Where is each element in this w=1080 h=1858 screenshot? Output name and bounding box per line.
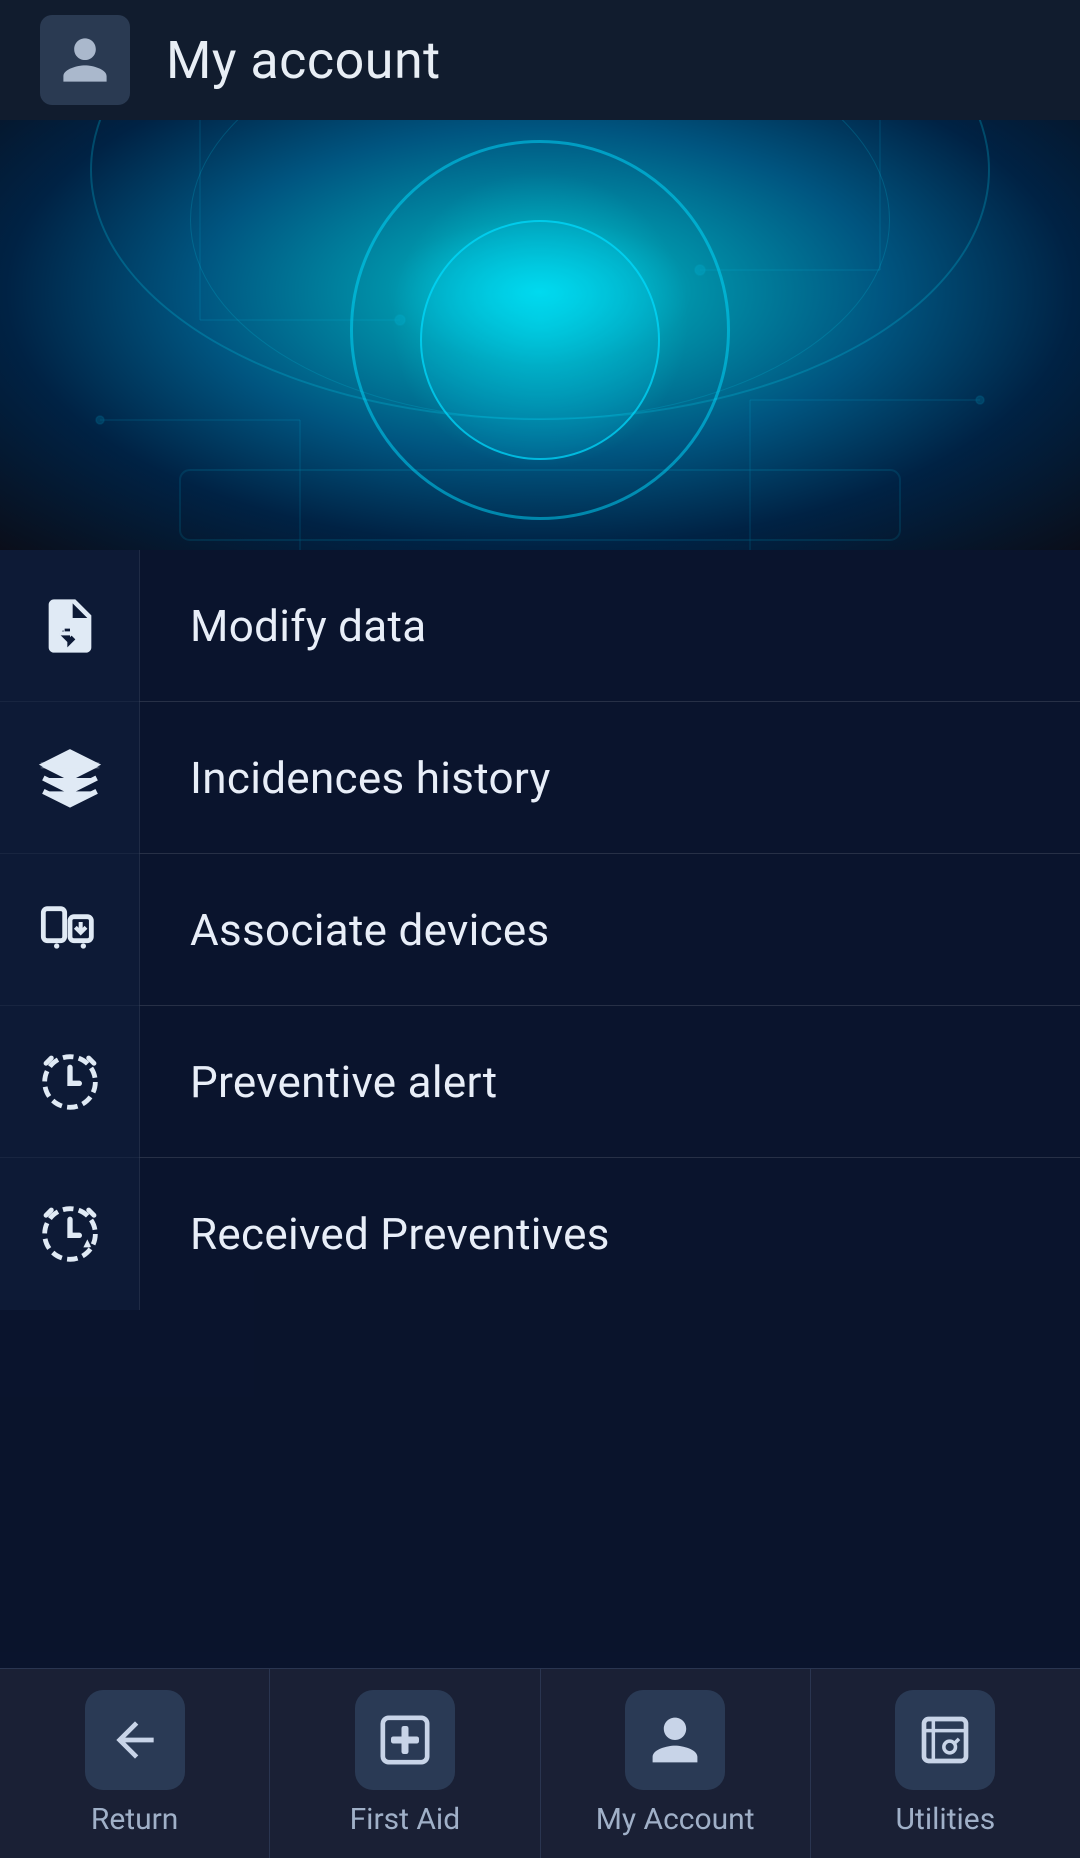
first-aid-icon-wrap <box>355 1690 455 1790</box>
nav-item-return[interactable]: Return <box>0 1669 270 1858</box>
nav-my-account-label: My Account <box>596 1802 755 1837</box>
devices-icon <box>38 898 102 962</box>
account-nav-icon <box>647 1712 703 1768</box>
received-preventives-label: Received Preventives <box>140 1208 610 1260</box>
nav-item-utilities[interactable]: Utilities <box>811 1669 1080 1858</box>
header: My account <box>0 0 1080 120</box>
clock-alert-icon <box>38 1050 102 1114</box>
utilities-icon <box>917 1712 973 1768</box>
hero-banner <box>0 120 1080 550</box>
associate-devices-icon-box <box>0 854 140 1006</box>
received-preventives-icon-box <box>0 1158 140 1310</box>
modify-data-label: Modify data <box>140 600 426 652</box>
menu-item-incidences-history[interactable]: Incidences history <box>0 702 1080 854</box>
menu-item-associate-devices[interactable]: Associate devices <box>0 854 1080 1006</box>
nav-item-my-account[interactable]: My Account <box>541 1669 811 1858</box>
my-account-icon-wrap <box>625 1690 725 1790</box>
first-aid-icon <box>377 1712 433 1768</box>
nav-return-label: Return <box>91 1802 178 1837</box>
circuit-decoration <box>0 120 1080 550</box>
clock-warning-icon <box>38 1202 102 1266</box>
nav-utilities-label: Utilities <box>896 1802 996 1837</box>
utilities-icon-wrap <box>895 1690 995 1790</box>
bottom-navigation: Return First Aid My Account <box>0 1668 1080 1858</box>
menu-item-preventive-alert[interactable]: Preventive alert <box>0 1006 1080 1158</box>
user-icon <box>58 33 112 87</box>
preventive-alert-label: Preventive alert <box>140 1056 498 1108</box>
nav-item-first-aid[interactable]: First Aid <box>270 1669 540 1858</box>
avatar <box>40 15 130 105</box>
incidences-history-label: Incidences history <box>140 752 551 804</box>
preventive-alert-icon-box <box>0 1006 140 1158</box>
menu-item-received-preventives[interactable]: Received Preventives <box>0 1158 1080 1310</box>
modify-data-icon-box <box>0 550 140 702</box>
incidences-history-icon-box <box>0 702 140 854</box>
nav-first-aid-label: First Aid <box>350 1802 461 1837</box>
menu-item-modify-data[interactable]: Modify data <box>0 550 1080 702</box>
return-icon-wrap <box>85 1690 185 1790</box>
return-icon <box>107 1712 163 1768</box>
page-title: My account <box>166 30 441 91</box>
associate-devices-label: Associate devices <box>140 904 550 956</box>
menu-list: Modify data Incidences history Ass <box>0 550 1080 1668</box>
document-edit-icon <box>38 594 102 658</box>
layers-icon <box>38 746 102 810</box>
